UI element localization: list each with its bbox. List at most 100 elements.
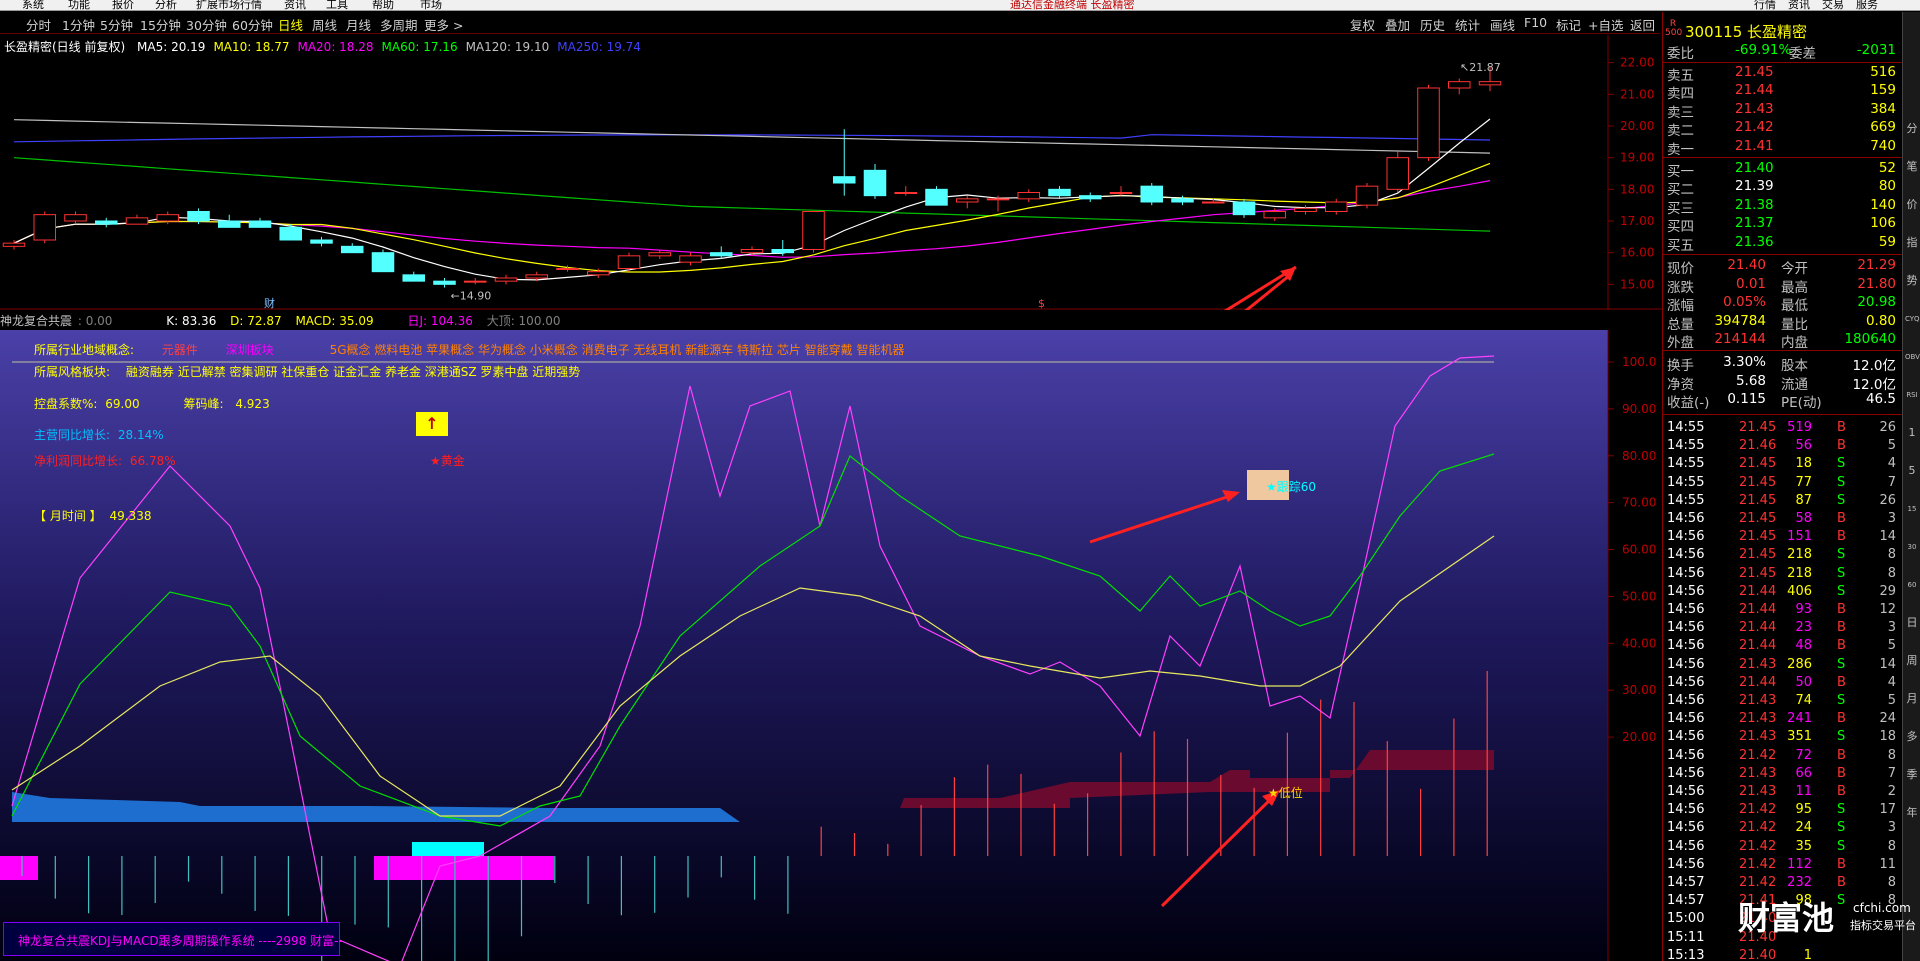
sidebar-button[interactable]: 日 [1905,616,1919,630]
concept-list: 5G概念 燃料电池 苹果概念 华为概念 小米概念 消费电子 无线耳机 新能源车 … [329,343,905,357]
period-tab[interactable]: 15分钟 [140,15,181,34]
toolbar-tool[interactable]: 标记 [1556,15,1581,34]
sidebar-button[interactable]: CYQ [1905,312,1920,326]
trade-time: 14:56 [1667,638,1705,654]
finance-marker[interactable]: 财 [264,296,275,310]
period-tab[interactable]: 30分钟 [186,15,227,34]
candle [617,252,641,272]
sidebar-button[interactable]: 月 [1905,692,1919,706]
toolbar-tool[interactable]: 统计 [1455,15,1480,34]
trade-count: 3 [1887,511,1896,526]
price-tick-label: 22.00 [1620,56,1654,70]
toolbar-tool[interactable]: F10 [1524,15,1547,30]
toolbar-tool[interactable]: 返回 [1630,15,1655,34]
menu-item[interactable]: 扩展市场行情 [196,0,262,10]
weibi-value: -69.91% [1735,42,1792,58]
sidebar-button[interactable]: 年 [1905,806,1919,820]
trade-row: 14:56 21.44 23 B 3 [1663,620,1898,638]
candle [1355,183,1379,209]
sidebar-button[interactable]: 1 [1905,426,1919,440]
menu-item[interactable]: 报价 [112,0,134,10]
trade-side: S [1837,656,1846,672]
sidebar-button[interactable]: 5 [1905,464,1919,478]
sell-row: 卖二 21.42 669 [1663,119,1898,139]
sidebar-button[interactable]: OBV [1905,350,1920,364]
stock-code-name[interactable]: 300115 长盈精密 [1685,21,1807,42]
sidebar-button[interactable]: 势 [1905,274,1919,288]
trade-row: 14:55 21.45 77 S 7 [1663,475,1898,493]
stat-label: 收益(-) [1667,395,1710,412]
sidebar-button[interactable]: 30 [1905,540,1919,554]
period-tab[interactable]: 周线 [312,15,337,34]
trade-time: 14:56 [1667,529,1705,545]
weicha-value: -2031 [1856,42,1896,58]
toolbar-tool[interactable]: 画线 [1490,15,1515,34]
period-tab[interactable]: 月线 [346,15,371,34]
period-tab[interactable]: 更多 > [424,15,463,34]
trade-row: 14:55 21.46 56 B 5 [1663,438,1898,456]
sidebar-button[interactable]: 笔 [1905,160,1919,174]
menu-right-item[interactable]: 交易 [1822,0,1844,10]
menu-item[interactable]: 帮助 [372,0,394,10]
menu-right-item[interactable]: 资讯 [1788,0,1810,10]
stat-label: 总量 [1667,316,1694,333]
trade-price: 21.42 [1739,838,1777,854]
stat-value-2: 12.0亿 [1852,376,1896,393]
menu-item[interactable]: 资讯 [284,0,306,10]
sidebar-button[interactable]: 多 [1905,730,1919,744]
sidebar-button[interactable]: 分 [1905,122,1919,136]
sidebar-button[interactable]: 价 [1905,198,1919,212]
month-row: 【 月时间 】 49.338 [34,507,151,524]
menu-item[interactable]: 市场 [420,0,442,10]
toolbar-tool[interactable]: 历史 [1420,15,1445,34]
candle [894,186,918,196]
toolbar-tool[interactable]: +自选 [1588,15,1623,34]
low-label: ★低位 [1268,786,1303,800]
sidebar-button[interactable]: 60 [1905,578,1919,592]
trade-volume: 48 [1795,638,1812,654]
indicator-tick-label: 70.00 [1622,496,1656,510]
sidebar-button[interactable]: RSI [1905,388,1919,402]
sidebar-button[interactable]: 周 [1905,654,1919,668]
sell-volume: 516 [1870,64,1896,80]
candle [1386,151,1410,193]
stat-label-2: 量比 [1781,316,1808,333]
stat-label: 现价 [1667,261,1694,277]
indicator-name[interactable]: 神龙复合共震 [0,314,72,328]
ma-legend: 长盈精密(日线 前复权) MA5: 20.19 MA10: 18.77 MA20: … [4,38,649,55]
revenue-row: 主营同比增长: 28.14% [34,426,164,443]
menu-right-item[interactable]: 服务 [1856,0,1878,10]
sell-volume: 159 [1870,82,1896,99]
menu-right-item[interactable]: 行情 [1754,0,1776,10]
trade-count: 5 [1887,438,1896,454]
s-marker: $ [1038,297,1045,310]
indicator-chart[interactable]: 100.0 90.00 80.00 70.00 60.00 50.00 40.00 30.00… [0,330,1662,961]
sell-price: 21.42 [1735,119,1774,136]
period-tab[interactable]: 日线 [278,15,303,34]
price-tick-label: 15.00 [1620,277,1654,291]
trade-price: 21.44 [1739,602,1777,617]
period-tab[interactable]: 60分钟 [232,15,273,34]
trade-row: 14:56 21.42 24 S 3 [1663,820,1898,838]
menu-item[interactable]: 系统 [22,0,44,10]
period-tab[interactable]: 5分钟 [100,15,133,34]
toolbar-tool[interactable]: 叠加 [1385,15,1410,34]
period-tab[interactable]: 多周期 [380,15,418,34]
menu-item[interactable]: 功能 [68,0,90,10]
trade-count: 3 [1887,620,1896,636]
candle [310,236,333,247]
sidebar-button[interactable]: 指 [1905,236,1919,250]
period-tab[interactable]: 分时 [26,15,51,34]
period-tab[interactable]: 1分钟 [62,15,95,34]
sidebar-button[interactable]: 季 [1905,768,1919,782]
indicator-j: 日J: 104.36 [407,314,473,328]
toolbar-tool[interactable]: 复权 [1350,15,1375,34]
candle [433,278,456,288]
sidebar-button[interactable]: 15 [1905,502,1919,516]
stat-value: 21.40 [1727,257,1766,273]
kline-chart[interactable]: 22.00 21.00 20.00 19.00 18.00 17.00 16.00 15.00… [0,35,1662,310]
trade-time: 14:56 [1667,656,1705,672]
menu-item[interactable]: 工具 [326,0,348,10]
menu-item[interactable]: 分析 [155,0,177,10]
stat-row: 净资 5.68 流通 12.0亿 [1663,373,1898,393]
